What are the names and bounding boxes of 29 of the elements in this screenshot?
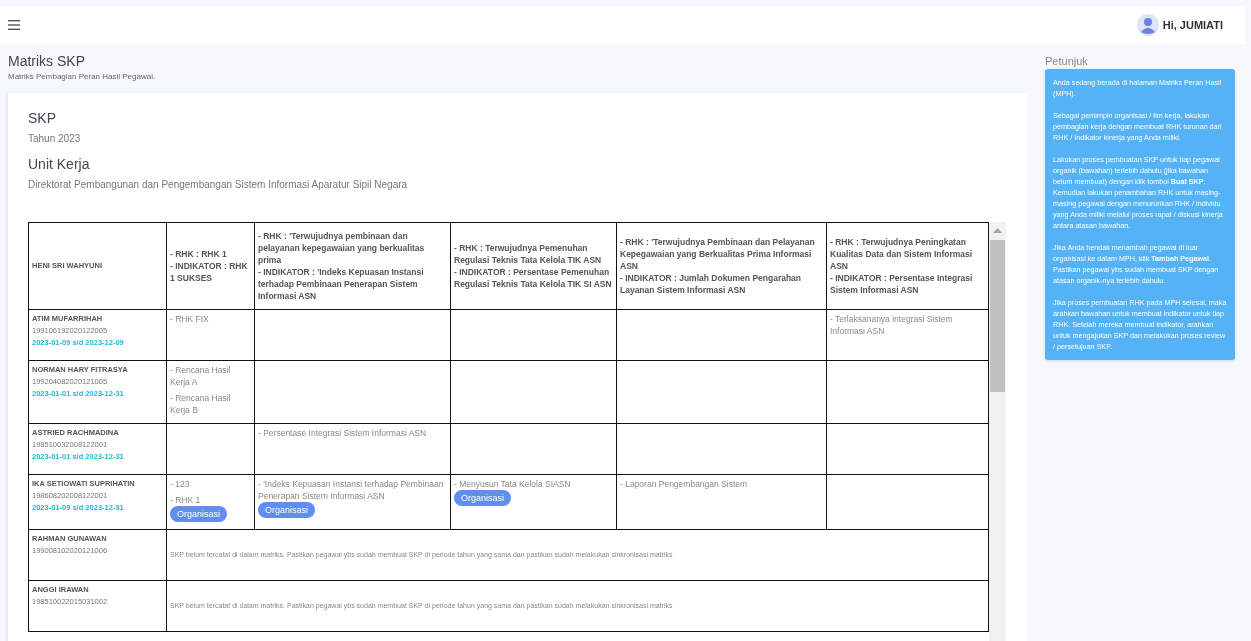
tag: Organisasi [454,490,512,506]
user-greeting[interactable]: Hi, JUMIATI [1162,19,1223,31]
scrollbar[interactable] [989,222,1006,641]
table-header-cell: - RHK : RHK 1 - INDIKATOR : RHK 1 SUKSES [166,222,255,310]
card-title: SKP [28,110,57,126]
rhk-item: - Terlaksananya integrasi Sistem Informasi ASN [830,313,954,337]
table-header-cell: - RHK : Terwujudnya Pemenuhan Regulasi Teknis Tata Kelola TIK ASN - INDIKATOR : Persentase Pemenuhan Regulasi Teknis Tata Kelola TIK SI ASN [450,222,617,310]
rhk-item: - Persentase Integrasi Sistem Informasi ASN [258,427,428,439]
rhk-item: - Rencana Hasil Kerja A [170,364,232,388]
tag: Organisasi [170,506,228,522]
tag: Organisasi [258,502,316,518]
table-header-cell: - RHK : 'Terwujudnya pembinaan dan pelayanan kepegawaian yang berkualitas prima - INDIKATOR : 'Indeks Kepuasan Instansi terhadap Pembinaan Penerapan Sistem Informasi ASN [254,222,451,310]
page-subtitle: Matriks Pembagian Peran Hasil Pegawai. [8,72,157,81]
avatar-icon[interactable] [1136,14,1159,36]
rhk-item: - 123 [170,478,191,490]
rhk-item: - Laporan Pengembangan Sistem [620,478,749,490]
rhk-item: - RHK 1 [170,494,202,506]
rhk-item: - Rencana Hasil Kerja B [170,392,232,416]
unit-label: Unit Kerja [28,156,91,172]
unit-name: Direktorat Pembangunan dan Pengembangan Sistem Informasi Aparatur Sipil Negara [28,179,409,190]
table-header-cell: - RHK : 'Terwujudnya Pembinaan dan Pelayanan Kepegawaian yang Berkualitas Prima Informasi ASN - INDIKATOR : Jumlah Dokumen Pengarahan Layanan Sistem Informasi ASN [616,222,827,310]
help-title: Petunjuk [1045,55,1089,67]
rhk-item: - Menyusun Tata Kelola SIASN [454,478,572,490]
rhk-item: - RHK FIX [170,313,210,325]
table-header-cell: - RHK : Terwujudnya Peningkatan Kualitas Data dan Sistem Informasi ASN - INDIKATOR : Persentase Integrasi Sistem Informasi ASN [826,222,989,310]
page-title: Matriks SKP [8,53,86,69]
menu-icon[interactable] [8,20,20,30]
year-text: Tahun 2023 [28,133,82,144]
rhk-item: - 'Indeks Kepuasan Instansi terhadap Pembinaan Penerapan Sistem Informasi ASN [258,478,445,502]
